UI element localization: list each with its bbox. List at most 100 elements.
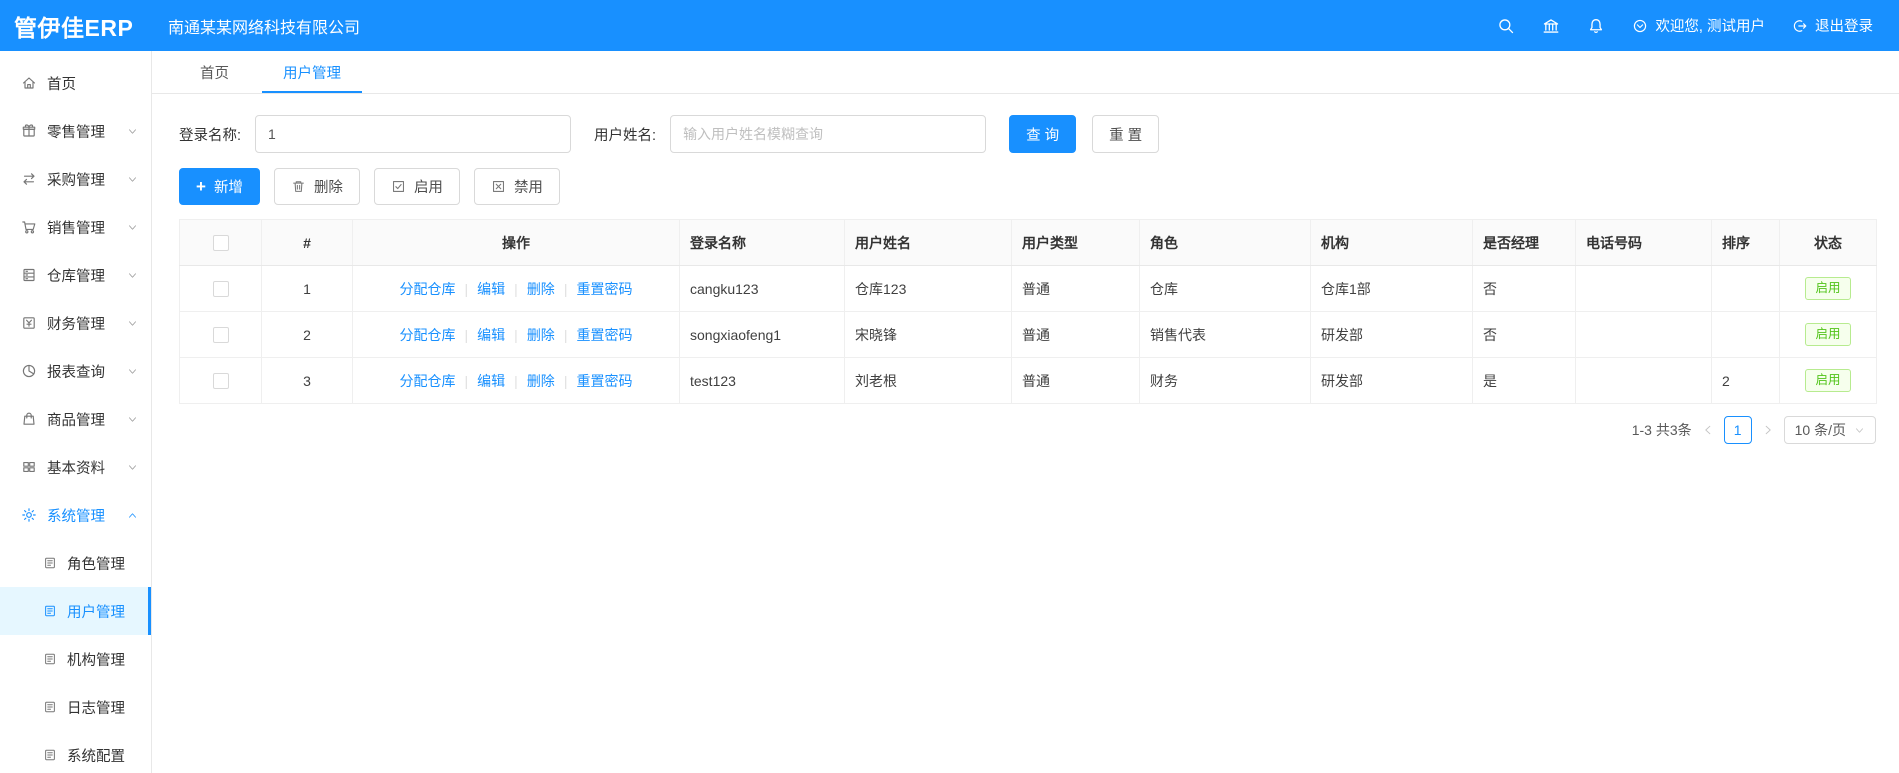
plus-icon: + bbox=[196, 177, 206, 196]
table-row: 2 分配仓库 | 编辑 | 删除 | 重置密码 songxiaofeng1 宋晓锋 普通 销售代表 研发… bbox=[179, 311, 1877, 358]
sidebar-subitem[interactable]: 日志管理 bbox=[0, 683, 151, 731]
action-link[interactable]: 编辑 bbox=[477, 373, 505, 389]
tab-item[interactable]: 首页 bbox=[200, 51, 229, 93]
sidebar-subitem[interactable]: 角色管理 bbox=[0, 539, 151, 587]
sidebar-item[interactable]: 财务管理 bbox=[0, 299, 151, 347]
home-icon bbox=[21, 75, 37, 91]
search-button[interactable]: 查 询 bbox=[1009, 115, 1077, 153]
filter-bar: 登录名称: 用户姓名: 查 询 重 置 bbox=[179, 115, 1875, 153]
user-name-input[interactable] bbox=[670, 115, 987, 153]
sidebar-item[interactable]: 仓库管理 bbox=[0, 251, 151, 299]
action-link[interactable]: 分配仓库 bbox=[400, 373, 456, 389]
sidebar-subitem-label: 系统配置 bbox=[67, 748, 125, 765]
sidebar-item[interactable]: 基本资料 bbox=[0, 443, 151, 491]
cell-login: test123 bbox=[679, 357, 845, 404]
sidebar-item[interactable]: 零售管理 bbox=[0, 107, 151, 155]
status-badge: 启用 bbox=[1805, 276, 1851, 301]
action-link[interactable]: 分配仓库 bbox=[400, 327, 456, 343]
bank-icon[interactable] bbox=[1542, 17, 1560, 35]
doc-icon bbox=[43, 652, 57, 666]
sidebar-item[interactable]: 销售管理 bbox=[0, 203, 151, 251]
cell-index: 3 bbox=[261, 357, 353, 404]
tab-active[interactable]: 用户管理 bbox=[262, 51, 362, 93]
sidebar-subitem[interactable]: 用户管理 bbox=[0, 587, 151, 635]
cell-type: 普通 bbox=[1011, 357, 1140, 404]
pagination: 1-3 共3条 1 10 条/页 bbox=[179, 416, 1876, 444]
bell-icon[interactable] bbox=[1587, 17, 1605, 35]
column-header: 状态 bbox=[1779, 219, 1877, 266]
current-page-button[interactable]: 1 bbox=[1723, 416, 1752, 444]
cell-phone bbox=[1575, 311, 1712, 358]
user-name-label: 用户姓名: bbox=[594, 127, 657, 144]
cell-org: 研发部 bbox=[1310, 311, 1473, 358]
tab-bar: 首页 用户管理 bbox=[152, 51, 1899, 94]
action-link[interactable]: 删除 bbox=[527, 373, 555, 389]
circle-down-icon bbox=[1632, 18, 1648, 34]
sidebar: 首页 零售管理 采购管理 销售管理仓库管理财务管理报表查询商品管理基本资料 系统管理 角色… bbox=[0, 51, 152, 773]
sidebar-subitem[interactable]: 系统配置 bbox=[0, 731, 151, 773]
link-separator: | bbox=[563, 326, 568, 343]
doc-icon bbox=[43, 556, 57, 570]
enable-button[interactable]: 启用 bbox=[373, 168, 460, 205]
row-checkbox[interactable] bbox=[212, 373, 229, 390]
action-link[interactable]: 分配仓库 bbox=[400, 281, 456, 297]
welcome-user[interactable]: 欢迎您, 测试用户 bbox=[1632, 15, 1765, 36]
sidebar-subitem-label: 用户管理 bbox=[67, 604, 125, 621]
prev-page-button[interactable] bbox=[1702, 424, 1714, 436]
sidebar-item-label: 仓库管理 bbox=[47, 268, 105, 285]
search-icon[interactable] bbox=[1497, 17, 1515, 35]
cell-name: 宋晓锋 bbox=[844, 311, 1012, 358]
column-header: 登录名称 bbox=[679, 219, 845, 266]
link-separator: | bbox=[514, 280, 518, 297]
company-name: 南通某某网络科技有限公司 bbox=[168, 19, 361, 37]
doc-icon bbox=[43, 748, 57, 762]
action-link[interactable]: 编辑 bbox=[477, 281, 505, 297]
top-header: 管伊佳ERP 南通某某网络科技有限公司 欢迎您, 测试用户 退出登录 bbox=[0, 0, 1899, 51]
sidebar-item[interactable]: 首页 bbox=[0, 59, 151, 107]
grid-icon bbox=[21, 459, 37, 475]
cell-type: 普通 bbox=[1011, 265, 1140, 312]
sidebar-subitem[interactable]: 机构管理 bbox=[0, 635, 151, 683]
column-header: 用户姓名 bbox=[844, 219, 1012, 266]
swap-icon bbox=[21, 171, 37, 187]
next-page-button[interactable] bbox=[1762, 424, 1774, 436]
cell-sort: 2 bbox=[1711, 357, 1780, 404]
chevron-down-icon bbox=[127, 126, 138, 137]
action-link[interactable]: 重置密码 bbox=[576, 373, 632, 389]
sidebar-subitem-label: 机构管理 bbox=[67, 652, 125, 669]
chevron-down-icon bbox=[127, 174, 138, 185]
status-badge: 启用 bbox=[1805, 322, 1851, 347]
chevron-down-icon bbox=[127, 462, 138, 473]
action-link[interactable]: 删除 bbox=[527, 281, 555, 297]
cell-phone bbox=[1575, 265, 1712, 312]
row-checkbox[interactable] bbox=[212, 327, 229, 344]
login-name-input[interactable] bbox=[255, 115, 572, 153]
sidebar-item[interactable]: 商品管理 bbox=[0, 395, 151, 443]
disable-button[interactable]: 禁用 bbox=[473, 168, 560, 205]
action-link[interactable]: 重置密码 bbox=[576, 327, 632, 343]
action-link[interactable]: 删除 bbox=[527, 327, 555, 343]
cell-manager: 否 bbox=[1472, 265, 1576, 312]
add-button[interactable]: + 新增 bbox=[179, 168, 260, 205]
action-link[interactable]: 重置密码 bbox=[576, 281, 632, 297]
gear-icon bbox=[21, 507, 37, 523]
sidebar-item[interactable]: 系统管理 bbox=[0, 491, 151, 539]
select-all-checkbox[interactable] bbox=[212, 235, 229, 252]
logout-button[interactable]: 退出登录 bbox=[1792, 15, 1873, 36]
sidebar-item-label: 商品管理 bbox=[47, 412, 105, 429]
reset-button[interactable]: 重 置 bbox=[1092, 115, 1160, 153]
sidebar-item[interactable]: 采购管理 bbox=[0, 155, 151, 203]
link-separator: | bbox=[464, 326, 469, 343]
row-checkbox[interactable] bbox=[212, 281, 229, 298]
bag-icon bbox=[21, 411, 37, 427]
sidebar-item[interactable]: 报表查询 bbox=[0, 347, 151, 395]
link-separator: | bbox=[464, 280, 469, 297]
chevron-down-icon bbox=[127, 222, 138, 233]
sidebar-subitem-label: 日志管理 bbox=[67, 700, 125, 717]
logout-icon bbox=[1792, 18, 1808, 34]
action-link[interactable]: 编辑 bbox=[477, 327, 505, 343]
sidebar-item-label: 财务管理 bbox=[47, 316, 105, 333]
delete-button[interactable]: 删除 bbox=[273, 168, 360, 205]
page-size-select[interactable]: 10 条/页 bbox=[1783, 416, 1876, 444]
link-separator: | bbox=[563, 372, 568, 389]
